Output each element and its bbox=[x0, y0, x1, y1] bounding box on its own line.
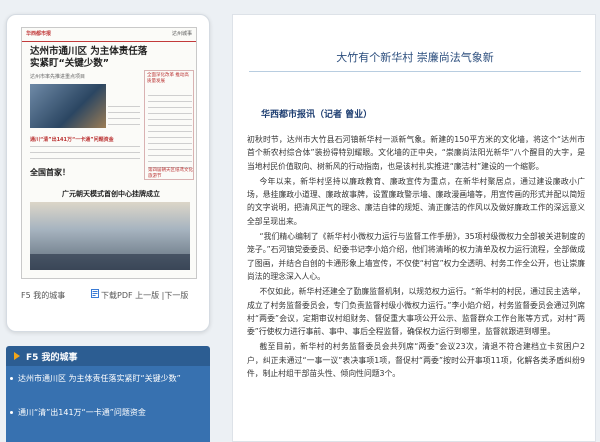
thumbnail-footer: F5 我的城事 下载PDF 上一版 |下一版 bbox=[21, 287, 201, 305]
paper-photo-ceremony bbox=[30, 202, 190, 270]
newspaper-page-preview[interactable]: 华西都市报 达州城事 达州市通川区 为主体责任落实紧盯“关键少数” 达州市率先推… bbox=[21, 27, 197, 279]
article-title: 大竹有个新华村 崇廉尚法气象新 bbox=[336, 51, 494, 64]
paper-masthead: 华西都市报 bbox=[26, 31, 52, 37]
nav-article-link[interactable]: 达州市通川区 为主体责任落实紧盯“关键少数” bbox=[10, 372, 204, 385]
bullet-icon bbox=[10, 411, 13, 414]
nav-article-title: 通川“清”出141万“一卡通”问题资金 bbox=[18, 408, 146, 417]
bullet-icon bbox=[10, 377, 13, 380]
article-panel: 大竹有个新华村 崇廉尚法气象新 华西都市报讯（记者 曾业） 初秋时节，达州市大竹… bbox=[232, 14, 596, 442]
article-paragraph: “我们精心编制了《新华村小微权力运行与监督工作手册》，35项村级微权力全部被关进… bbox=[247, 232, 585, 281]
article-paragraph: 初秋时节，达州市大竹县石河镇新华村一派新气象。新建的150平方米的文化墙，将这个… bbox=[247, 135, 585, 171]
paper-headline-national-first[interactable]: 全国首家！ bbox=[30, 168, 148, 178]
paper-article-link[interactable]: 通川“清”出141万“一卡通”问题资金 bbox=[30, 136, 144, 143]
nav-article-title: 达州市通川区 为主体责任落实紧盯“关键少数” bbox=[18, 374, 181, 383]
paper-side-column[interactable]: 全面深化改革 推动高质量发展 bbox=[144, 70, 194, 180]
title-divider bbox=[249, 71, 581, 72]
article-body: 初秋时节，达州市大竹县石河镇新华村一派新气象。新建的150平方米的文化墙，将这个… bbox=[247, 133, 585, 382]
section-nav-header[interactable]: F5 我的城事 bbox=[6, 346, 210, 366]
edition-label: F5 我的城事 bbox=[21, 291, 66, 300]
article-paragraph: 不仅如此，新华村还建全了勤廉监督机制，以规范权力运行。“新华村的村民，通过民主选… bbox=[247, 287, 585, 337]
paper-headline[interactable]: 达州市通川区 为主体责任落实紧盯“关键少数” bbox=[30, 46, 148, 70]
section-nav-panel: F5 我的城事 达州市通川区 为主体责任落实紧盯“关键少数” 通川“清”出141… bbox=[6, 346, 210, 442]
paper-photo-meeting bbox=[30, 84, 106, 128]
article-byline: 华西都市报讯（记者 曾业） bbox=[261, 110, 373, 120]
section-article-list: 达州市通川区 为主体责任落实紧盯“关键少数” 通川“清”出141万“一卡通”问题… bbox=[6, 366, 210, 442]
download-pdf-icon[interactable] bbox=[91, 289, 99, 298]
article-paragraph: 截至目前，新华村的村务监督委员会共列席“两委”会议23次，清退不符合建档立卡贫困… bbox=[247, 342, 585, 379]
newspaper-thumbnail-card: 华西都市报 达州城事 达州市通川区 为主体责任落实紧盯“关键少数” 达州市率先推… bbox=[6, 14, 210, 332]
section-nav-title: F5 我的城事 bbox=[26, 353, 78, 363]
paper-side-column-title: 全面深化改革 推动高质量发展 bbox=[147, 73, 189, 84]
article-paragraph: 今年以来，新华村坚持以廉政教育、廉政宣传为重点，在新华村聚居点，通过建设廉政小广… bbox=[247, 176, 585, 226]
nav-article-link[interactable]: 通川“清”出141万“一卡通”问题资金 bbox=[10, 406, 204, 419]
paper-edition: 达州城事 bbox=[171, 31, 192, 37]
pdf-and-page-nav-links[interactable]: 下载PDF 上一版 |下一版 bbox=[101, 290, 188, 301]
arrow-right-icon bbox=[14, 352, 20, 360]
paper-side-column-festival[interactable]: 第四届朝天区纸鸢文化旅游节 bbox=[148, 168, 196, 180]
paper-subheadline: 达州市率先推进重点项目 bbox=[30, 74, 86, 80]
paper-headline-guangyuan[interactable]: 广元朝天模式首创中心挂牌成立 bbox=[26, 190, 196, 199]
